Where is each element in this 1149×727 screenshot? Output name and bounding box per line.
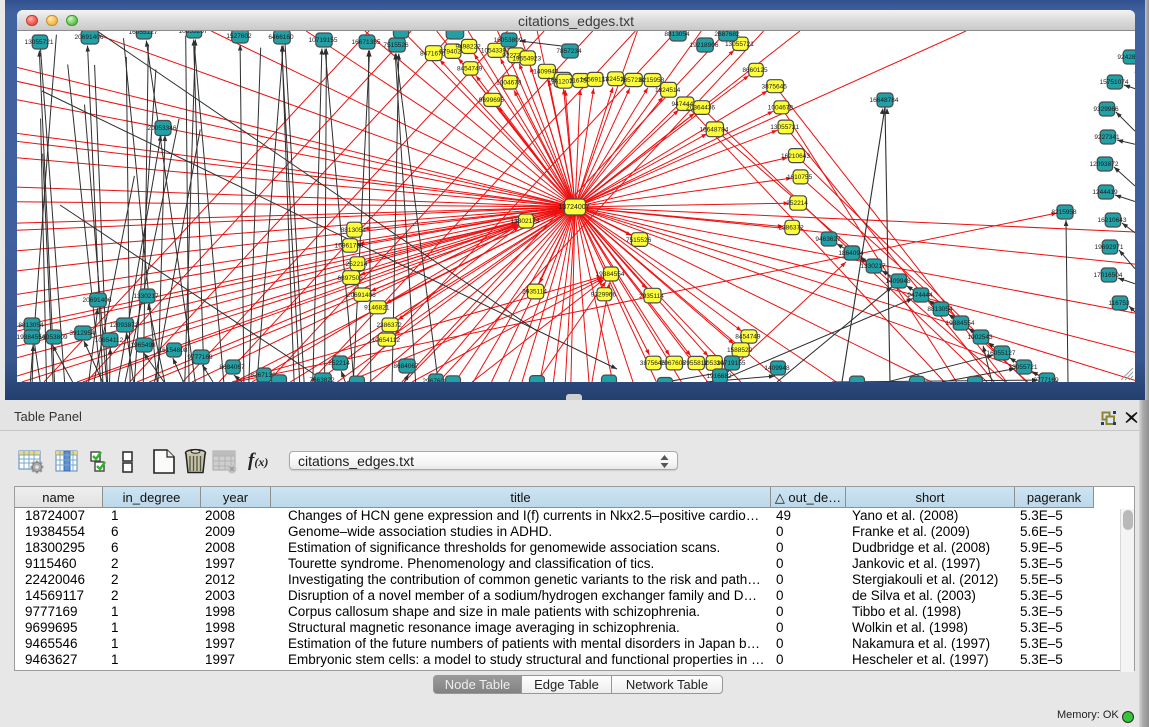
svg-text:20691406: 20691406 [83, 297, 112, 304]
svg-text:116753: 116753 [1108, 300, 1130, 307]
svg-text:12093872: 12093872 [1090, 161, 1119, 168]
svg-text:8215958: 8215958 [1051, 209, 1077, 216]
svg-text:9242845: 9242845 [1117, 54, 1135, 61]
svg-text:2935114: 2935114 [522, 289, 547, 296]
svg-text:1330217: 1330217 [133, 293, 159, 300]
svg-text:7857234: 7857234 [556, 48, 582, 55]
svg-text:19384554: 19384554 [596, 271, 625, 278]
svg-text:16210643: 16210643 [1098, 217, 1127, 224]
svg-text:9329966: 9329966 [1093, 106, 1119, 113]
svg-text:1330217: 1330217 [860, 263, 886, 270]
svg-text:2935114: 2935114 [639, 293, 664, 300]
svg-text:10853267: 10853267 [179, 31, 208, 35]
svg-text:13055721: 13055721 [725, 41, 754, 48]
svg-text:16648784: 16648784 [870, 97, 899, 104]
svg-text:9777169: 9777169 [187, 354, 213, 361]
svg-text:2386372: 2386372 [376, 322, 402, 329]
svg-text:252214: 252214 [346, 261, 368, 268]
svg-text:8660125: 8660125 [742, 67, 768, 74]
svg-text:16210643: 16210643 [781, 153, 810, 160]
svg-text:20364436: 20364436 [686, 105, 715, 112]
svg-text:9777169: 9777169 [1033, 377, 1059, 382]
svg-text:7515526: 7515526 [383, 42, 409, 49]
svg-text:10719155: 10719155 [309, 37, 338, 44]
svg-text:20053346: 20053346 [148, 125, 177, 132]
svg-text:1409948: 1409948 [764, 365, 790, 372]
svg-text:1527602: 1527602 [226, 33, 252, 40]
svg-text:9329966: 9329966 [591, 292, 617, 299]
svg-text:20691406: 20691406 [75, 34, 104, 41]
svg-text:8684067: 8684067 [393, 363, 419, 370]
svg-text:252214: 252214 [328, 360, 350, 367]
svg-text:16961758: 16961758 [335, 243, 364, 250]
svg-text:13055721: 13055721 [1009, 364, 1038, 371]
svg-text:16154808: 16154808 [159, 347, 188, 354]
svg-text:16055127: 16055127 [129, 31, 158, 36]
svg-text:3875645: 3875645 [640, 360, 666, 367]
svg-text:16409: 16409 [842, 250, 860, 257]
svg-text:2386372: 2386372 [778, 225, 804, 232]
svg-text:7955812: 7955812 [683, 360, 709, 367]
svg-text:19654923: 19654923 [512, 55, 541, 62]
svg-text:15751074: 15751074 [1100, 79, 1129, 86]
svg-text:9699695: 9699695 [479, 97, 505, 104]
svg-text:9498222: 9498222 [455, 44, 481, 51]
svg-text:13724007: 13724007 [558, 204, 589, 211]
svg-text:2687682: 2687682 [714, 31, 740, 38]
svg-text:10654112: 10654112 [372, 337, 401, 344]
svg-text:19692971: 19692971 [1095, 244, 1124, 251]
svg-text:8813054: 8813054 [927, 306, 953, 313]
svg-text:19218906: 19218906 [690, 42, 719, 49]
svg-text:1965498: 1965498 [130, 342, 156, 349]
svg-text:1244419: 1244419 [1092, 189, 1118, 196]
svg-text:6466160: 6466160 [268, 34, 294, 41]
svg-text:7515526: 7515526 [626, 237, 652, 244]
svg-text:3912954: 3912954 [69, 330, 95, 337]
svg-text:1588520: 1588520 [727, 347, 753, 354]
svg-text:9146821: 9146821 [364, 305, 390, 312]
svg-text:8813054: 8813054 [341, 227, 367, 234]
svg-text:20691406: 20691406 [347, 292, 376, 299]
svg-text:9227341: 9227341 [1094, 134, 1120, 141]
svg-text:2967608: 2967608 [422, 378, 448, 382]
svg-text:19384554: 19384554 [946, 320, 975, 327]
svg-text:9463627: 9463627 [815, 236, 841, 243]
svg-text:8813054: 8813054 [664, 31, 690, 38]
svg-text:13055721: 13055721 [25, 39, 54, 46]
svg-text:1002543: 1002543 [967, 334, 993, 341]
svg-text:16671355: 16671355 [352, 39, 381, 46]
svg-text:16053809: 16053809 [39, 334, 68, 341]
svg-text:7663822: 7663822 [309, 377, 335, 382]
svg-text:8684067: 8684067 [219, 364, 245, 371]
svg-text:8454749: 8454749 [735, 334, 761, 341]
svg-text:3875645: 3875645 [762, 83, 788, 90]
svg-text:8454749: 8454749 [457, 66, 483, 73]
svg-text:1004678: 1004678 [496, 80, 522, 87]
svg-text:10719155: 10719155 [717, 360, 746, 367]
svg-text:9474444: 9474444 [907, 292, 933, 299]
svg-text:252214: 252214 [786, 200, 808, 207]
svg-text:13055721: 13055721 [770, 124, 799, 131]
svg-text:12093872: 12093872 [110, 322, 139, 329]
svg-text:16648784: 16648784 [699, 127, 728, 134]
svg-text:1004678: 1004678 [768, 105, 794, 112]
svg-text:1610755: 1610755 [787, 174, 813, 181]
svg-text:8813054: 8813054 [18, 322, 44, 329]
svg-text:6897503: 6897503 [338, 275, 364, 282]
svg-text:10654112: 10654112 [95, 337, 124, 344]
svg-text:16053809: 16053809 [494, 37, 523, 44]
svg-text:13302173: 13302173 [511, 218, 540, 225]
svg-text:1916682: 1916682 [706, 373, 732, 380]
svg-text:1409948: 1409948 [885, 278, 911, 285]
svg-text:16055127: 16055127 [987, 350, 1016, 357]
svg-text:17016504: 17016504 [1094, 272, 1123, 279]
svg-text:1824514: 1824514 [655, 87, 681, 94]
